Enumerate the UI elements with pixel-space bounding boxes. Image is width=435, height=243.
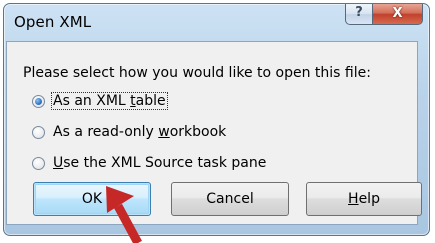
option-xml-table[interactable]: As an XML table bbox=[32, 90, 168, 112]
close-button[interactable]: X bbox=[373, 4, 423, 25]
close-icon: X bbox=[392, 6, 403, 21]
option-xml-source-pane-label: Use the XML Source task pane bbox=[53, 155, 267, 171]
radio-xml-source-pane[interactable] bbox=[32, 156, 45, 170]
cancel-button[interactable]: Cancel bbox=[171, 182, 289, 216]
option-xml-table-label: As an XML table bbox=[51, 92, 168, 110]
caption-buttons: ? X bbox=[345, 4, 423, 26]
option-xml-source-pane[interactable]: Use the XML Source task pane bbox=[32, 152, 267, 174]
dialog-title: Open XML bbox=[14, 13, 92, 31]
dialog-prompt: Please select how you would like to open… bbox=[23, 65, 371, 81]
option-read-only-workbook-label: As a read-only workbook bbox=[53, 124, 227, 140]
cancel-button-label: Cancel bbox=[206, 191, 254, 207]
help-button[interactable]: Help bbox=[306, 182, 422, 216]
radio-xml-table[interactable] bbox=[32, 94, 45, 108]
help-icon: ? bbox=[355, 5, 363, 20]
ok-button[interactable]: OK bbox=[33, 182, 151, 216]
help-button-label: Help bbox=[348, 191, 380, 207]
ok-button-label: OK bbox=[81, 191, 103, 207]
radio-read-only-workbook[interactable] bbox=[32, 125, 45, 139]
option-read-only-workbook[interactable]: As a read-only workbook bbox=[32, 121, 227, 143]
title-help-button[interactable]: ? bbox=[345, 4, 373, 25]
